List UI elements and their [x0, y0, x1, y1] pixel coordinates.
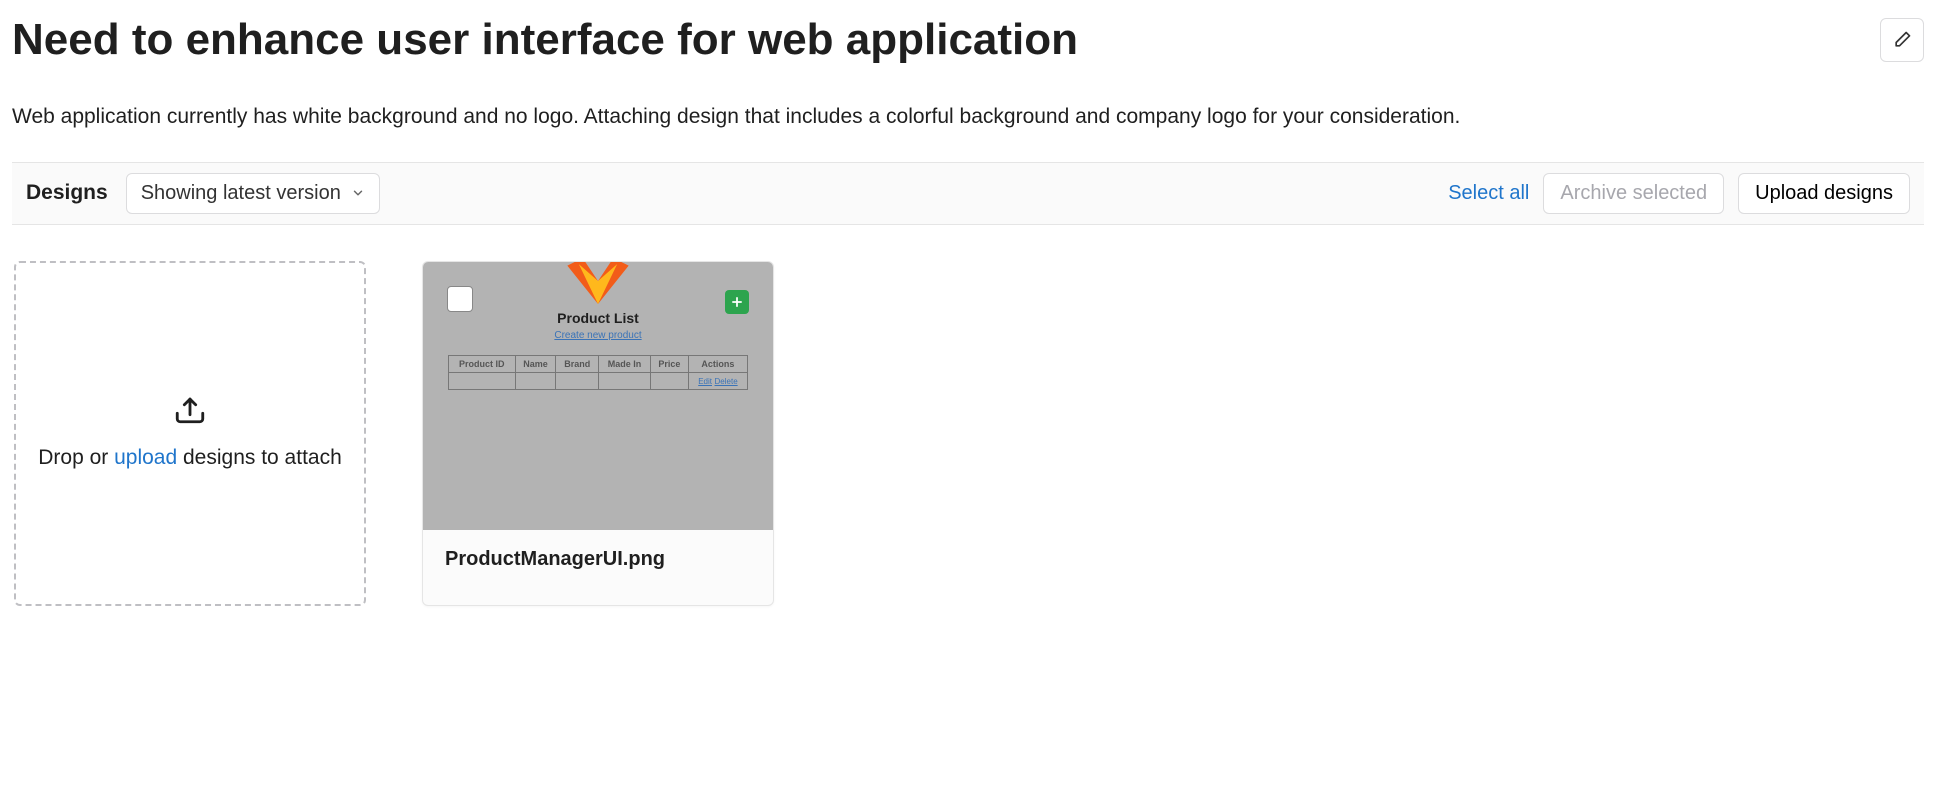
select-all-link[interactable]: Select all	[1448, 182, 1529, 205]
edit-title-button[interactable]	[1880, 18, 1924, 62]
pencil-icon	[1892, 30, 1912, 50]
design-select-checkbox[interactable]	[447, 286, 473, 312]
version-dropdown-label: Showing latest version	[141, 182, 341, 205]
upload-designs-button[interactable]: Upload designs	[1738, 173, 1910, 214]
th-productid: Product ID	[449, 355, 516, 372]
row-delete: Delete	[715, 377, 738, 386]
th-price: Price	[651, 355, 689, 372]
dropzone-suffix: designs to attach	[177, 446, 342, 469]
archive-selected-button[interactable]: Archive selected	[1543, 173, 1724, 214]
thumb-table: Product ID Name Brand Made In Price Acti…	[448, 355, 748, 390]
th-actions: Actions	[688, 355, 747, 372]
issue-title: Need to enhance user interface for web a…	[12, 12, 1078, 67]
version-dropdown[interactable]: Showing latest version	[126, 173, 380, 214]
th-madein: Made In	[599, 355, 651, 372]
designs-section-label: Designs	[26, 181, 108, 205]
row-edit: Edit	[698, 377, 712, 386]
thumb-title: Product List	[557, 310, 639, 326]
designs-toolbar: Designs Showing latest version Select al…	[12, 162, 1924, 225]
th-name: Name	[515, 355, 556, 372]
dropzone-upload-link[interactable]: upload	[114, 446, 177, 469]
issue-description: Web application currently has white back…	[12, 101, 1912, 134]
logo-icon	[553, 262, 643, 304]
design-card[interactable]: Product List Create new product Product …	[422, 261, 774, 606]
th-brand: Brand	[556, 355, 599, 372]
design-thumbnail: Product List Create new product Product …	[423, 262, 773, 530]
chevron-down-icon	[351, 186, 365, 200]
upload-icon	[173, 392, 207, 426]
thumb-create-link: Create new product	[554, 330, 641, 341]
design-filename: ProductManagerUI.png	[445, 548, 751, 571]
add-badge	[725, 290, 749, 314]
plus-icon	[730, 295, 744, 309]
dropzone-prefix: Drop or	[38, 446, 114, 469]
dropzone-text: Drop or upload designs to attach	[38, 442, 342, 474]
upload-dropzone[interactable]: Drop or upload designs to attach	[14, 261, 366, 606]
